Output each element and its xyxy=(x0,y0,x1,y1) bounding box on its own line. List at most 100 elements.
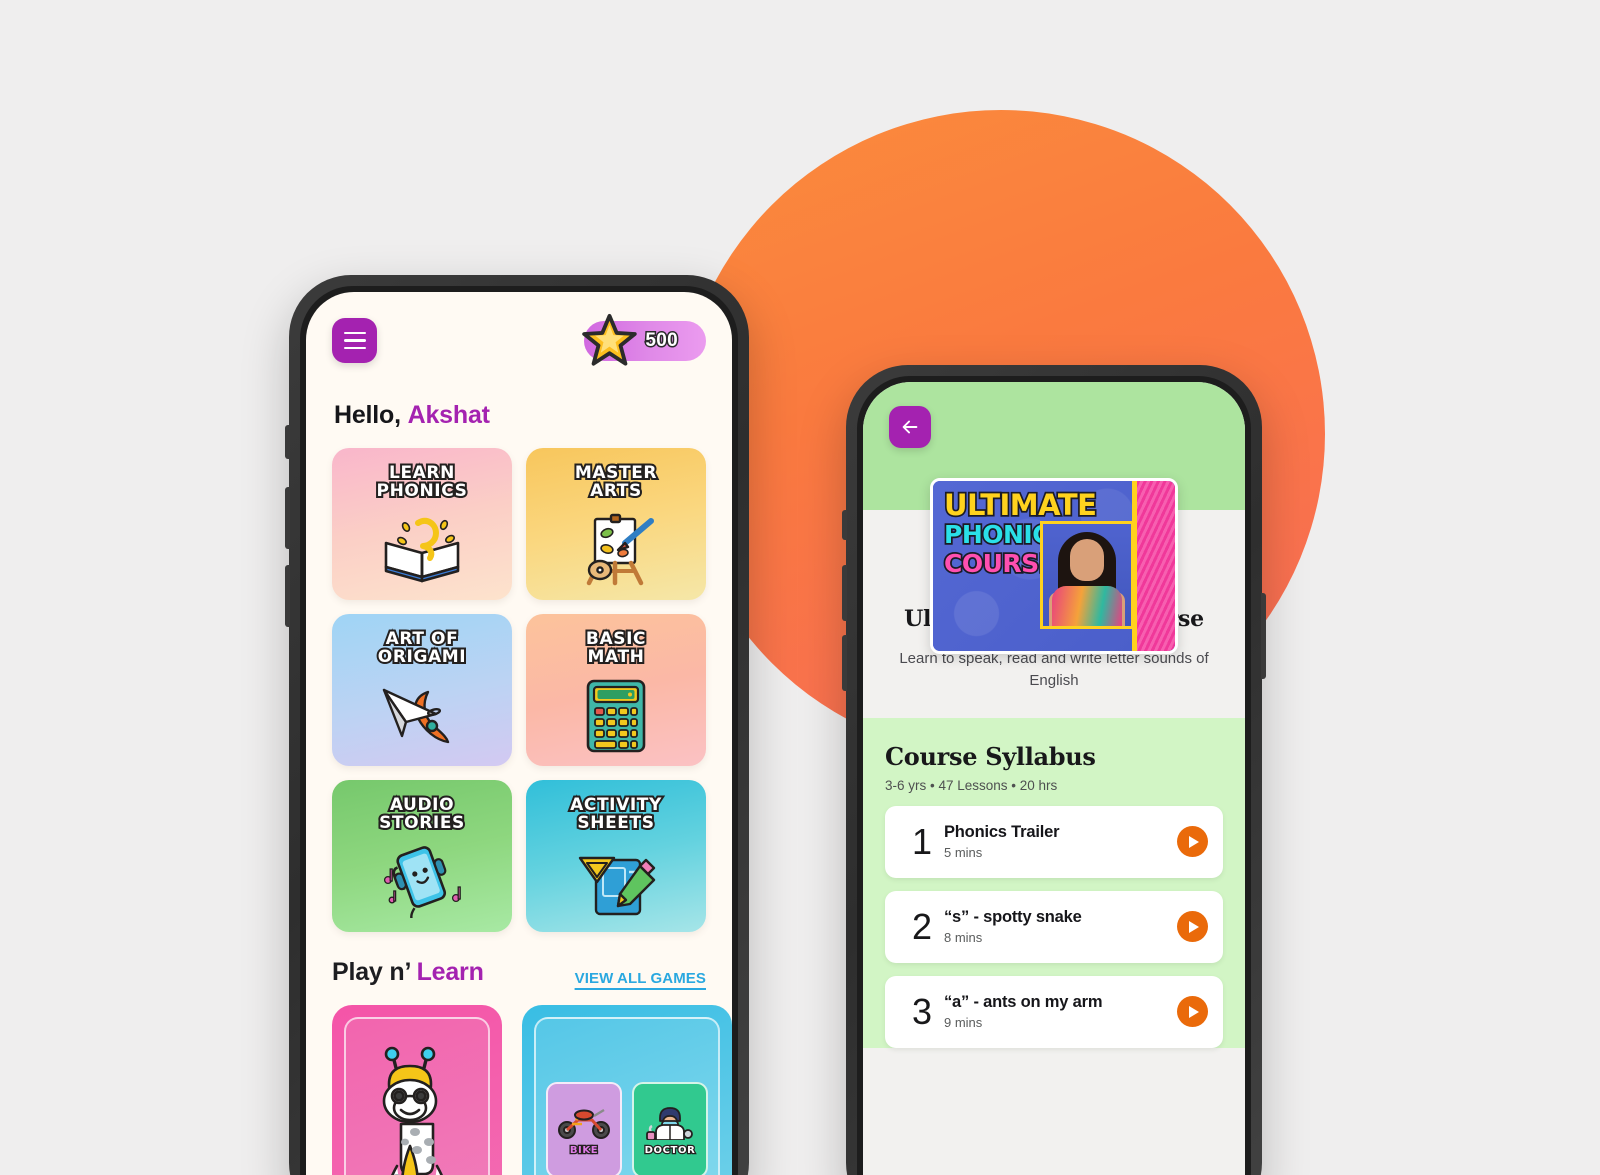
paper-plane-icon xyxy=(332,666,512,766)
tile-label-line2: ARTS xyxy=(588,480,643,502)
lesson-title: “s” - spotty snake xyxy=(944,908,1082,926)
tile-learn-phonics[interactable]: LEARN PHONICS xyxy=(332,448,512,600)
play-n-learn-header: Play n’ Learn VIEW ALL GAMES xyxy=(306,932,732,987)
portrait-face xyxy=(1070,539,1104,581)
tile-label-line1: MASTER xyxy=(573,462,659,484)
course-syllabus-section: Course Syllabus 3-6 yrs • 47 Lessons • 2… xyxy=(863,717,1245,1048)
lesson-row[interactable]: 2 “s” - spotty snake 8 mins xyxy=(885,890,1223,963)
pnl-part1: Play xyxy=(332,958,390,986)
lesson-duration: 9 mins xyxy=(944,1015,983,1030)
play-icon[interactable] xyxy=(1177,996,1208,1027)
phone-mute-button[interactable] xyxy=(285,425,290,459)
tile-label: ACTIVITY SHEETS xyxy=(568,794,663,834)
syllabus-heading: Course Syllabus xyxy=(885,741,1096,771)
tile-label-line1: BASIC xyxy=(584,628,648,650)
lesson-row[interactable]: 1 Phonics Trailer 5 mins xyxy=(885,805,1223,878)
view-all-games-link[interactable]: VIEW ALL GAMES xyxy=(575,970,706,987)
hamburger-menu-icon[interactable] xyxy=(332,318,377,363)
lesson-duration: 8 mins xyxy=(944,930,983,945)
course-description: Learn to speak, read and write letter so… xyxy=(899,650,1209,689)
lesson-number: 1 xyxy=(911,820,933,862)
lesson-number: 3 xyxy=(911,990,933,1032)
tile-label-line2: SHEETS xyxy=(575,812,656,834)
easel-paintbrush-icon xyxy=(526,500,706,600)
tile-label: MASTER ARTS xyxy=(573,462,659,502)
mini-card-label: BIKE xyxy=(569,1144,599,1158)
phone-volume-down[interactable] xyxy=(285,565,290,627)
phone-mute-button[interactable] xyxy=(842,510,847,540)
games-row: BIKE DOCTOR xyxy=(306,987,732,1175)
tile-master-arts[interactable]: MASTER ARTS xyxy=(526,448,706,600)
course-screen: ULTIMATE PHONICS COURSE Ultimate Phonics… xyxy=(863,382,1245,1175)
pnl-part3: Learn xyxy=(416,958,484,986)
lesson-text: Phonics Trailer 5 mins xyxy=(944,823,1177,860)
worksheet-pencil-ruler-icon xyxy=(526,832,706,932)
mini-card-bike[interactable]: BIKE xyxy=(546,1082,622,1175)
tile-label-line2: ORIGAMI xyxy=(376,646,468,668)
greeting-prefix: Hello, xyxy=(334,401,408,429)
menu-line xyxy=(343,339,366,342)
menu-line xyxy=(343,346,366,350)
tile-label-line2: MATH xyxy=(586,646,646,668)
tile-label-line2: STORIES xyxy=(377,812,466,834)
giraffe-icon xyxy=(382,1046,443,1175)
tile-audio-stories[interactable]: AUDIO STORIES xyxy=(332,780,512,932)
tile-activity-sheets[interactable]: ACTIVITY SHEETS xyxy=(526,780,706,932)
tile-art-of-origami[interactable]: ART OF ORIGAMI xyxy=(332,614,512,766)
syllabus-meta: 3-6 yrs • 47 Lessons • 20 hrs xyxy=(885,777,1058,793)
game-card-professions[interactable]: BIKE DOCTOR xyxy=(522,1005,732,1175)
phone-home-mockup: 500 Hello, Akshat LEARN PHONICS MASTER A… xyxy=(285,275,749,1175)
greeting-text: Hello, Akshat xyxy=(334,401,732,430)
greeting-name: Akshat xyxy=(407,401,490,429)
phone-course-mockup: ULTIMATE PHONICS COURSE Ultimate Phonics… xyxy=(842,365,1266,1175)
lesson-title: “a” - ants on my arm xyxy=(944,993,1103,1011)
lesson-title: Phonics Trailer xyxy=(944,823,1060,841)
mini-card-doctor[interactable]: DOCTOR xyxy=(632,1082,708,1175)
portrait-body xyxy=(1052,586,1122,626)
thumbnail-pink-strip xyxy=(1137,481,1175,651)
play-n-learn-title: Play n’ Learn xyxy=(332,958,484,987)
phone-power-button[interactable] xyxy=(1261,593,1266,679)
lesson-duration: 5 mins xyxy=(944,845,983,860)
tile-label-line2: PHONICS xyxy=(375,480,469,502)
game-card-giraffe[interactable] xyxy=(332,1005,502,1175)
play-icon[interactable] xyxy=(1177,826,1208,857)
phone-headphones-music-icon xyxy=(332,832,512,932)
calculator-icon xyxy=(526,666,706,766)
home-topbar: 500 xyxy=(306,292,732,366)
game-card-inner xyxy=(344,1017,490,1175)
game-card-inner: BIKE DOCTOR xyxy=(534,1017,720,1175)
tile-basic-math[interactable]: BASIC MATH xyxy=(526,614,706,766)
phone-volume-down[interactable] xyxy=(842,635,847,691)
lesson-row[interactable]: 3 “a” - ants on my arm 9 mins xyxy=(885,975,1223,1048)
tile-label-line1: ART OF xyxy=(384,628,460,650)
tile-label: BASIC MATH xyxy=(584,628,648,668)
open-book-letter-g-icon xyxy=(332,500,512,600)
lesson-text: “s” - spotty snake 8 mins xyxy=(944,908,1177,945)
pnl-part2: n’ xyxy=(389,958,417,986)
coin-badge[interactable]: 500 xyxy=(582,313,706,366)
motorbike-icon xyxy=(558,1108,610,1139)
course-thumbnail[interactable]: ULTIMATE PHONICS COURSE xyxy=(930,478,1178,654)
doctor-icon xyxy=(646,1107,693,1140)
tile-label: LEARN PHONICS xyxy=(375,462,469,502)
tile-label: ART OF ORIGAMI xyxy=(376,628,468,668)
phone-volume-up[interactable] xyxy=(842,565,847,621)
home-screen: 500 Hello, Akshat LEARN PHONICS MASTER A… xyxy=(306,292,732,1175)
coin-count: 500 xyxy=(644,328,679,352)
phone-volume-up[interactable] xyxy=(285,487,290,549)
menu-line xyxy=(343,331,366,335)
play-icon[interactable] xyxy=(1177,911,1208,942)
thumbnail-image: ULTIMATE PHONICS COURSE xyxy=(930,478,1178,654)
star-icon xyxy=(582,313,637,366)
category-tile-grid: LEARN PHONICS MASTER ARTS ART OF ORIGAMI… xyxy=(306,430,732,932)
mini-card-label: DOCTOR xyxy=(643,1144,696,1158)
lesson-text: “a” - ants on my arm 9 mins xyxy=(944,993,1177,1030)
back-arrow-glyph xyxy=(902,420,918,434)
tile-label-line1: LEARN xyxy=(387,462,456,484)
arrow-left-icon[interactable] xyxy=(889,406,931,448)
lesson-number: 2 xyxy=(911,905,933,947)
tile-label: AUDIO STORIES xyxy=(377,794,466,834)
thumbnail-line1: ULTIMATE xyxy=(942,488,1098,522)
tile-label-line1: AUDIO xyxy=(388,794,456,816)
